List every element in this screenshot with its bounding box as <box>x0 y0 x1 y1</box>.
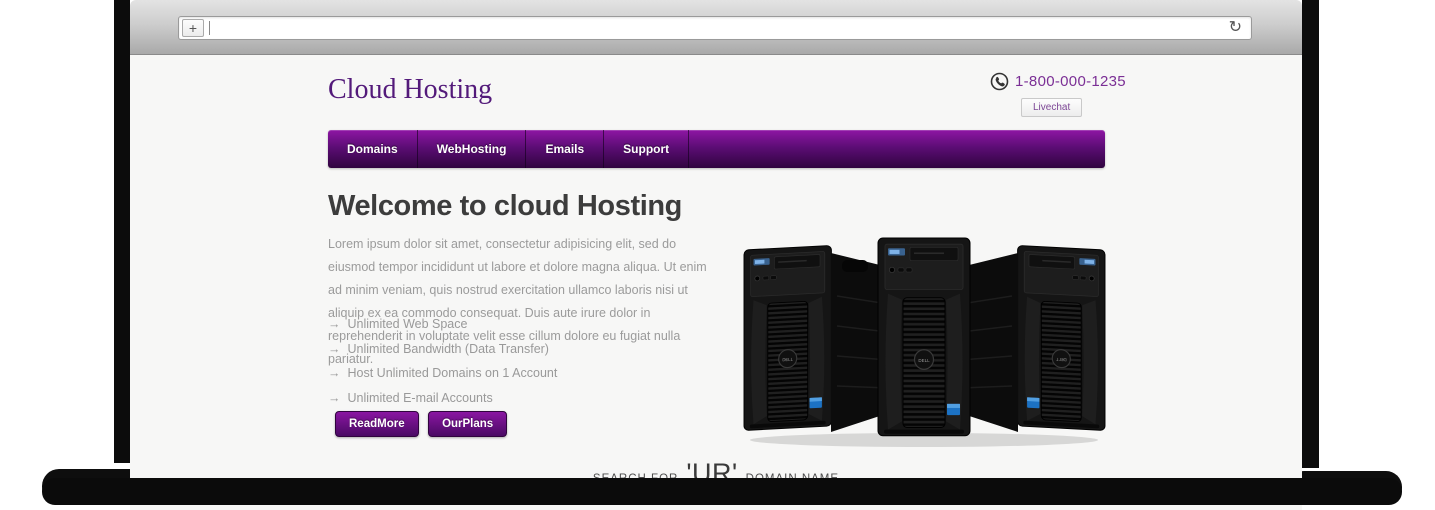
reload-icon[interactable]: ↻ <box>1229 20 1242 36</box>
mockup-shadow-bar <box>42 478 1402 505</box>
readmore-button[interactable]: ReadMore <box>335 411 419 437</box>
page-title: Welcome to cloud Hosting <box>328 190 682 223</box>
list-item: → Unlimited E-mail Accounts <box>328 391 557 405</box>
nav-item-emails[interactable]: Emails <box>526 130 604 168</box>
background-strip-left <box>114 0 130 463</box>
feature-label: Unlimited E-mail Accounts <box>348 391 493 405</box>
phone-contact: 1-800-000-1235 <box>990 72 1126 91</box>
list-item: → Host Unlimited Domains on 1 Account <box>328 366 557 380</box>
livechat-button[interactable]: Livechat <box>1021 98 1082 117</box>
browser-chrome: + ↻ <box>130 0 1302 55</box>
hero-buttons: ReadMore OurPlans <box>335 411 512 437</box>
url-input[interactable] <box>210 17 1229 39</box>
nav-item-support[interactable]: Support <box>604 130 689 168</box>
ourplans-button[interactable]: OurPlans <box>428 411 507 437</box>
arrow-icon: → <box>328 391 341 405</box>
nav-item-domains[interactable]: Domains <box>328 130 418 168</box>
site-logo[interactable]: Cloud Hosting <box>328 74 492 106</box>
new-tab-button[interactable]: + <box>182 19 204 37</box>
list-item: → Unlimited Web Space <box>328 317 557 331</box>
feature-label: Host Unlimited Domains on 1 Account <box>348 366 558 380</box>
url-bar[interactable]: + ↻ <box>178 16 1252 40</box>
main-nav: Domains WebHosting Emails Support <box>328 130 1105 168</box>
phone-number: 1-800-000-1235 <box>1015 73 1126 90</box>
feature-label: Unlimited Web Space <box>348 317 468 331</box>
phone-icon <box>990 72 1009 91</box>
stage: + ↻ Cloud Hosting 1-800-000-1235 Livecha… <box>0 0 1435 510</box>
arrow-icon: → <box>328 366 341 380</box>
arrow-icon: → <box>328 317 341 331</box>
background-strip-right <box>1302 0 1319 468</box>
list-item: → Unlimited Bandwidth (Data Transfer) <box>328 342 557 356</box>
server-towers-image: DELL <box>742 236 1107 448</box>
nav-item-webhosting[interactable]: WebHosting <box>418 130 527 168</box>
feature-list: → Unlimited Web Space → Unlimited Bandwidt… <box>328 317 557 415</box>
arrow-icon: → <box>328 342 341 356</box>
feature-label: Unlimited Bandwidth (Data Transfer) <box>348 342 549 356</box>
browser-window: + ↻ Cloud Hosting 1-800-000-1235 Livecha… <box>130 0 1302 510</box>
